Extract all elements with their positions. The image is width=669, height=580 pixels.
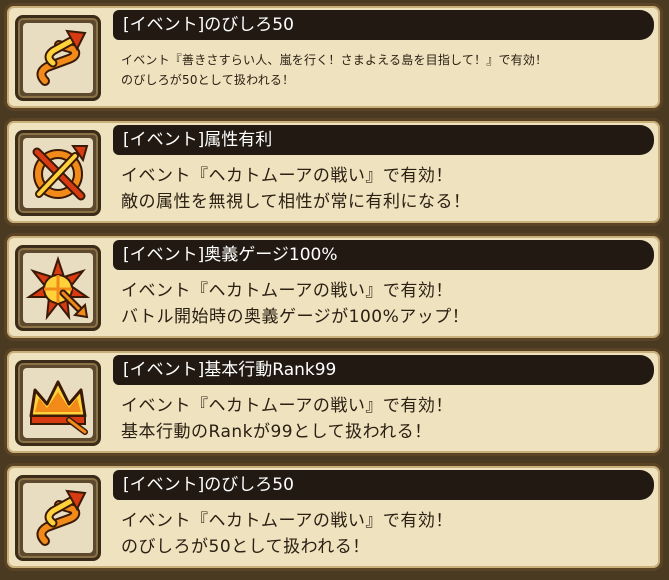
effect-description: イベント『ヘカトムーアの戦い』で有効！ のびしろが50として扱われる！ — [121, 508, 650, 560]
spiral-arrow-icon — [36, 489, 87, 546]
description-line: のびしろが50として扱われる！ — [121, 537, 370, 557]
effect-card-nobishiro-1[interactable]: [イベント]のびしろ50 イベント『善きさすらい人、嵐を行く！さまよえる島を目指… — [4, 3, 663, 111]
effect-card-attribute-advantage[interactable]: [イベント]属性有利 イベント『ヘカトムーアの戦い』で有効！ 敵の属性を無視して… — [4, 118, 663, 226]
effect-card-nobishiro-2[interactable]: [イベント]のびしろ50 イベント『ヘカトムーアの戦い』で有効！ のびしろが50… — [4, 463, 663, 571]
effect-card-basic-action-rank[interactable]: [イベント]基本行動Rank99 イベント『ヘカトムーアの戦い』で有効！ 基本行… — [4, 348, 663, 456]
description-line: イベント『善きさすらい人、嵐を行く！さまよえる島を目指して！』で有効！ — [121, 53, 548, 67]
effect-description: イベント『ヘカトムーアの戦い』で有効！ バトル開始時の奥義ゲージが100%アップ… — [121, 278, 650, 330]
effect-title: [イベント]基本行動Rank99 — [113, 355, 654, 385]
event-effects-list: [イベント]のびしろ50 イベント『善きさすらい人、嵐を行く！さまよえる島を目指… — [0, 0, 669, 580]
spiral-arrow-icon — [36, 29, 87, 86]
description-line: 基本行動のRankが99として扱われる！ — [121, 422, 432, 442]
description-line: のびしろが50として扱われる！ — [121, 73, 295, 87]
crossed-circle-arrow-icon — [32, 145, 89, 201]
burst-wheel-arrow-icon — [25, 255, 91, 321]
effect-description: イベント『ヘカトムーアの戦い』で有効！ 敵の属性を無視して相性が常に有利になる！ — [121, 163, 650, 215]
effect-title: [イベント]のびしろ50 — [113, 10, 654, 40]
description-line: 敵の属性を無視して相性が常に有利になる！ — [121, 192, 471, 212]
effect-card-ougi-gauge[interactable]: [イベント]奥義ゲージ100% イベント『ヘカトムーアの戦い』で有効！ バトル開… — [4, 233, 663, 341]
description-line: イベント『ヘカトムーアの戦い』で有効！ — [121, 281, 453, 301]
effect-icon-frame — [15, 475, 101, 561]
effect-icon-frame — [15, 360, 101, 446]
effect-icon-frame — [15, 130, 101, 216]
crown-arrow-icon — [29, 380, 88, 435]
effect-description: イベント『ヘカトムーアの戦い』で有効！ 基本行動のRankが99として扱われる！ — [121, 393, 650, 445]
effect-description: イベント『善きさすらい人、嵐を行く！さまよえる島を目指して！』で有効！ のびしろ… — [121, 50, 650, 90]
description-line: イベント『ヘカトムーアの戦い』で有効！ — [121, 166, 453, 186]
description-line: イベント『ヘカトムーアの戦い』で有効！ — [121, 511, 453, 531]
effect-title: [イベント]属性有利 — [113, 125, 654, 155]
effect-title: [イベント]のびしろ50 — [113, 470, 654, 500]
description-line: バトル開始時の奥義ゲージが100%アップ！ — [121, 307, 470, 327]
effect-icon-frame — [15, 245, 101, 331]
effect-title: [イベント]奥義ゲージ100% — [113, 240, 654, 270]
description-line: イベント『ヘカトムーアの戦い』で有効！ — [121, 396, 453, 416]
effect-icon-frame — [15, 15, 101, 101]
